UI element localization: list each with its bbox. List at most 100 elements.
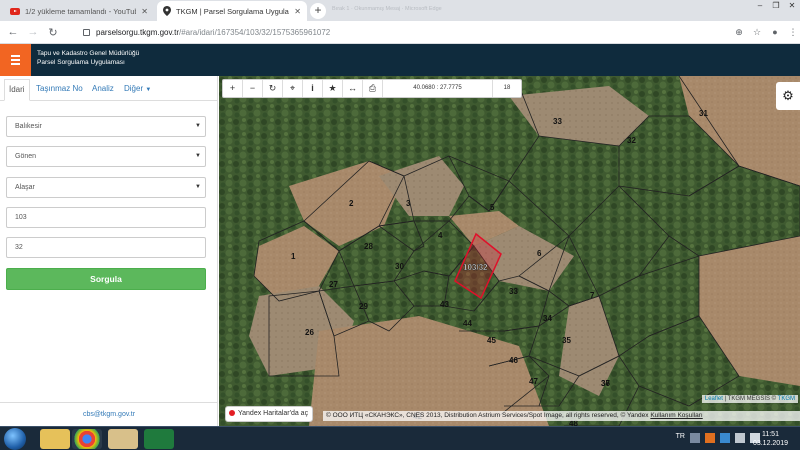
- window-controls: – ❐ ✕: [752, 0, 800, 12]
- minimize-icon[interactable]: –: [752, 0, 768, 12]
- satellite-imagery: 1 2 3 4 5 6 7 26 27 28 29 30 31 32 33 33…: [219, 76, 800, 426]
- leaflet-attribution: Leaflet | TKGM MEGSİS © TKGM: [701, 395, 798, 403]
- map-view[interactable]: 1 2 3 4 5 6 7 26 27 28 29 30 31 32 33 33…: [219, 76, 800, 426]
- url-host: parselsorgu.tkgm.gov.tr: [96, 28, 179, 37]
- parcel-number: 31: [699, 109, 708, 118]
- lock-icon: [83, 29, 90, 36]
- tab-title: TKGM | Parsel Sorgulama Uygulaması: [176, 6, 289, 16]
- clock-time: 11:51: [761, 431, 779, 438]
- bookmark-star-icon[interactable]: ☆: [750, 25, 764, 39]
- close-icon[interactable]: ✕: [141, 7, 148, 16]
- measure-icon[interactable]: ↔: [343, 80, 363, 97]
- browser-tab-strip: 1/2 yükleme tamamlandı - YouTube ✕ TKGM …: [0, 0, 800, 21]
- tab-analiz[interactable]: Analiz: [92, 84, 114, 93]
- parcel-number: 4: [438, 231, 443, 240]
- profile-avatar-icon[interactable]: ●: [768, 25, 782, 39]
- close-icon[interactable]: ✕: [294, 7, 301, 16]
- file-explorer-icon[interactable]: [40, 429, 70, 449]
- yandex-maps-link[interactable]: Yandex Haritalar'da aç: [225, 406, 314, 422]
- tab-title: 1/2 yükleme tamamlandı - YouTube: [25, 6, 137, 16]
- neighborhood-select[interactable]: Alaşar ▼: [6, 177, 206, 198]
- neighborhood-value: Alaşar: [15, 184, 35, 191]
- coordinate-readout: 40.0680 : 27.7775: [383, 80, 493, 97]
- chevron-down-icon: ▼: [195, 123, 201, 129]
- app-title: Tapu ve Kadastro Genel Müdürlüğü Parsel …: [37, 49, 139, 67]
- reload-icon[interactable]: ↻: [43, 26, 63, 39]
- panel-tabs: İdari Taşınmaz No Analiz Diğer ▼: [0, 76, 218, 101]
- tab-idari[interactable]: İdari: [4, 79, 30, 101]
- app-header: Tapu ve Kadastro Genel Müdürlüğü Parsel …: [0, 44, 800, 76]
- windows-taskbar: TR 11:51 03.12.2019: [0, 426, 800, 450]
- parcel-number: 7: [590, 291, 595, 300]
- map-toolbar: + − ↻ ⌖ i ★ ↔ ⎙ 40.0680 : 27.7775 18: [222, 79, 522, 98]
- system-tray: TR: [676, 433, 760, 443]
- start-button[interactable]: [4, 428, 26, 450]
- back-arrow-icon[interactable]: ←: [3, 26, 23, 38]
- hamburger-menu-button[interactable]: [0, 44, 31, 76]
- tray-app-icon[interactable]: [720, 433, 730, 443]
- refresh-icon[interactable]: ↻: [263, 80, 283, 97]
- yandex-attribution: © ООО ИТЦ «СКАНЭКС», CNES 2013, Distribu…: [323, 411, 800, 421]
- clock[interactable]: 11:51 03.12.2019: [753, 430, 788, 448]
- parcel-number: 30: [395, 262, 404, 271]
- browser-tab-tkgm[interactable]: TKGM | Parsel Sorgulama Uygulaması ✕: [157, 1, 307, 21]
- star-icon[interactable]: ★: [323, 80, 343, 97]
- parcel-no-input[interactable]: 32: [6, 237, 206, 258]
- parcel-number: 28: [364, 242, 373, 251]
- tab-diger[interactable]: Diğer ▼: [124, 84, 151, 93]
- tab-tasinmaz-no[interactable]: Taşınmaz No: [36, 84, 83, 93]
- tkgm-link[interactable]: TKGM: [778, 396, 795, 402]
- map-pin-icon: [229, 410, 235, 416]
- parcel-number: 29: [359, 302, 368, 311]
- folder-icon[interactable]: [108, 429, 138, 449]
- parcel-number: 6: [537, 249, 542, 258]
- forward-arrow-icon[interactable]: →: [23, 26, 43, 38]
- parcel-number: 5: [490, 203, 495, 212]
- new-tab-button[interactable]: +: [310, 3, 326, 19]
- district-select[interactable]: Gönen ▼: [6, 146, 206, 167]
- chevron-down-icon: ▼: [145, 87, 152, 93]
- language-indicator[interactable]: TR: [676, 433, 685, 443]
- excel-icon[interactable]: [144, 429, 174, 449]
- close-window-icon[interactable]: ✕: [784, 0, 800, 12]
- parcel-number: 1: [291, 252, 296, 261]
- address-bar[interactable]: parselsorgu.tkgm.gov.tr/#ara/idari/16735…: [75, 24, 755, 41]
- translate-icon[interactable]: ⊕: [732, 25, 746, 39]
- contact-email-link[interactable]: cbs@tkgm.gov.tr: [0, 402, 218, 426]
- terms-link[interactable]: Kullanım Koşulları: [650, 412, 702, 419]
- settings-gear-icon[interactable]: ⚙: [776, 82, 800, 110]
- province-value: Balıkesir: [15, 123, 42, 130]
- block-no-input[interactable]: 103: [6, 207, 206, 228]
- browser-tab-youtube[interactable]: 1/2 yükleme tamamlandı - YouTube ✕: [4, 1, 154, 21]
- print-icon[interactable]: ⎙: [363, 80, 383, 97]
- menu-dots-icon[interactable]: ⋮: [786, 25, 800, 39]
- chrome-icon[interactable]: [72, 429, 102, 449]
- parcel-number: 44: [463, 319, 472, 328]
- parcel-number: 34: [543, 314, 552, 323]
- url-path: /#ara/idari/167354/103/32/1575365961072: [179, 28, 331, 37]
- parcel-number: 43: [440, 300, 449, 309]
- parcel-number: 45: [487, 336, 496, 345]
- tray-app-icon[interactable]: [690, 433, 700, 443]
- parcel-number: 2: [349, 199, 354, 208]
- attribution-text: © ООО ИТЦ «СКАНЭКС», CNES 2013, Distribu…: [326, 412, 649, 419]
- tray-app-icon[interactable]: [705, 433, 715, 443]
- parcel-number: 33: [509, 287, 518, 296]
- yandex-link-label: Yandex Haritalar'da aç: [238, 410, 309, 417]
- leaflet-link[interactable]: Leaflet: [705, 396, 723, 402]
- parcel-number: 27: [329, 280, 338, 289]
- parcel-number: 26: [305, 328, 314, 337]
- zoom-in-icon[interactable]: +: [223, 80, 243, 97]
- search-button[interactable]: Sorgula: [6, 268, 206, 290]
- network-icon[interactable]: [735, 433, 745, 443]
- attribution-text: | TKGM MEGSİS ©: [724, 396, 777, 402]
- province-select[interactable]: Balıkesir ▼: [6, 116, 206, 137]
- maximize-icon[interactable]: ❐: [768, 0, 784, 12]
- locate-icon[interactable]: ⌖: [283, 80, 303, 97]
- zoom-out-icon[interactable]: −: [243, 80, 263, 97]
- chevron-down-icon: ▼: [195, 184, 201, 190]
- clock-date: 03.12.2019: [752, 440, 788, 447]
- info-icon[interactable]: i: [303, 80, 323, 97]
- district-value: Gönen: [15, 153, 37, 160]
- tab-diger-label: Diğer: [124, 84, 144, 93]
